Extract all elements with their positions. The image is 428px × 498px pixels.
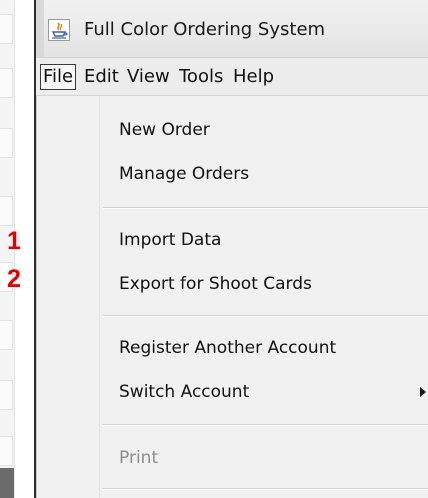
- annotation-marker-1: 1: [7, 227, 21, 255]
- menu-separator: [103, 424, 428, 426]
- menu-item-label: Export for Shoot Cards: [119, 274, 312, 294]
- menu-item-label: Switch Account: [119, 382, 250, 402]
- background-cell: [0, 68, 13, 98]
- menu-item-label: New Order: [119, 120, 210, 140]
- java-app-icon: [48, 19, 70, 41]
- menu-separator: [103, 315, 428, 317]
- submenu-arrow-icon: [420, 387, 426, 397]
- menu-separator: [103, 488, 428, 490]
- menu-item-label: Manage Orders: [119, 164, 250, 184]
- menu-view[interactable]: View: [124, 64, 173, 90]
- menu-item-label: Print: [119, 448, 159, 468]
- background-cell: [0, 128, 13, 158]
- menu-item-manage-orders[interactable]: Manage Orders: [37, 152, 428, 196]
- background-cell: [0, 14, 13, 44]
- menu-item-import-data[interactable]: Import Data: [37, 218, 428, 262]
- menu-item-label: Register Another Account: [119, 338, 337, 358]
- menu-edit[interactable]: Edit: [81, 64, 122, 90]
- screenshot: 1 2 Full Color Ordering System File Edit…: [0, 0, 428, 498]
- annotation-marker-2: 2: [7, 265, 21, 293]
- menu-item-new-order[interactable]: New Order: [37, 108, 428, 152]
- menu-file[interactable]: File: [40, 64, 77, 90]
- background-cell: [0, 196, 13, 226]
- background-cell: [0, 320, 13, 350]
- title-bar[interactable]: Full Color Ordering System: [36, 0, 428, 58]
- background-dark-block: [0, 468, 14, 498]
- menu-item-print: Print: [37, 436, 428, 480]
- menu-item-register-account[interactable]: Register Another Account: [37, 326, 428, 370]
- menu-item-switch-account[interactable]: Switch Account: [37, 370, 428, 414]
- background-cell: [0, 436, 13, 466]
- menu-bar: File Edit View Tools Help: [36, 59, 428, 96]
- menu-separator: [103, 207, 428, 209]
- app-window: Full Color Ordering System File Edit Vie…: [34, 0, 428, 498]
- menu-tools[interactable]: Tools: [176, 64, 226, 90]
- menu-item-export-shoot-cards[interactable]: Export for Shoot Cards: [37, 262, 428, 306]
- menu-item-label: Import Data: [119, 230, 222, 250]
- background-cell: [0, 380, 13, 410]
- window-title: Full Color Ordering System: [84, 19, 326, 40]
- file-menu-dropdown: New Order Manage Orders Import Data Expo…: [36, 96, 428, 498]
- menu-help[interactable]: Help: [230, 64, 277, 90]
